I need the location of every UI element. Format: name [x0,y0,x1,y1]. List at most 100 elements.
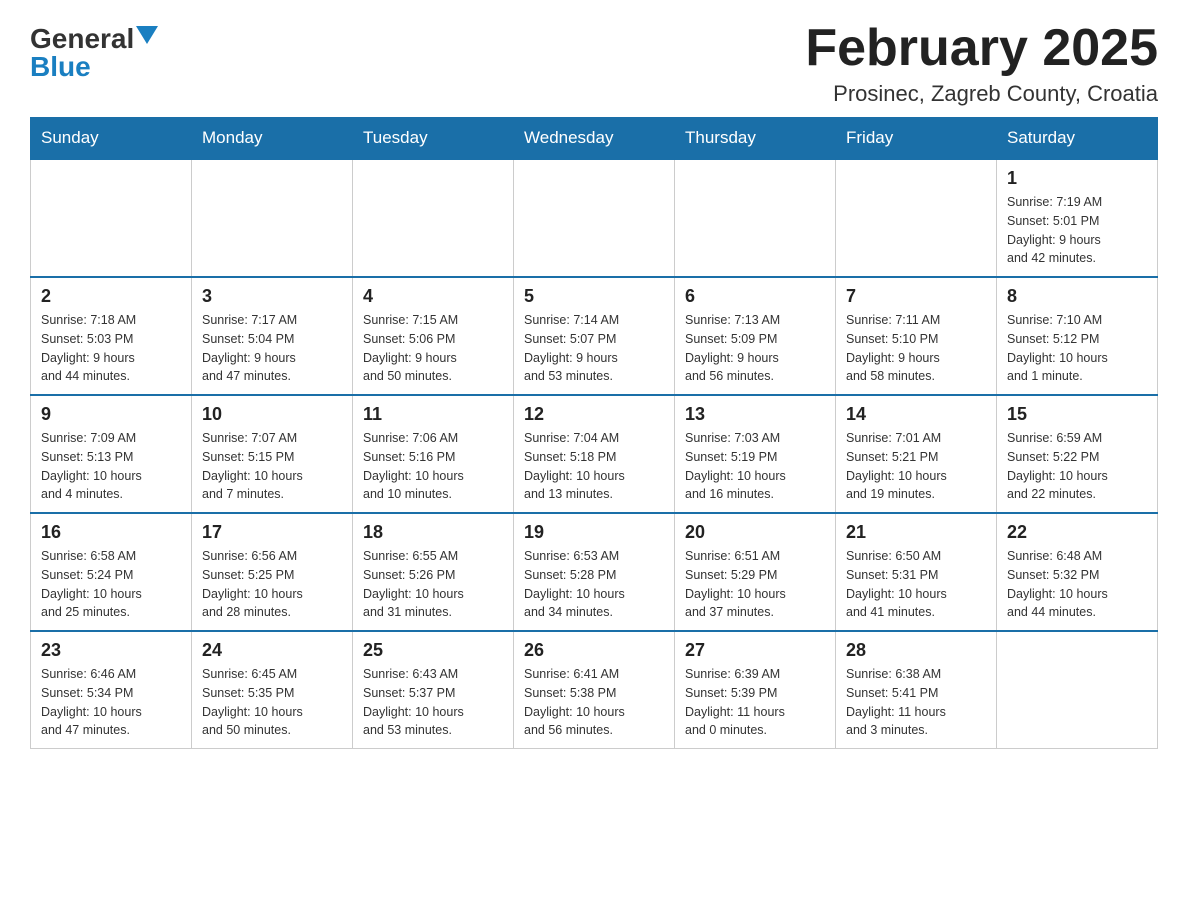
day-info: Sunrise: 7:04 AM Sunset: 5:18 PM Dayligh… [524,429,664,504]
calendar-cell: 12 Sunrise: 7:04 AM Sunset: 5:18 PM Dayli… [514,395,675,513]
day-info: Sunrise: 7:11 AM Sunset: 5:10 PM Dayligh… [846,311,986,386]
day-number: 5 [524,286,664,307]
day-number: 22 [1007,522,1147,543]
calendar-cell: 25 Sunrise: 6:43 AM Sunset: 5:37 PM Dayli… [353,631,514,749]
weekday-header-saturday: Saturday [997,118,1158,160]
calendar-cell [675,159,836,277]
calendar-subtitle: Prosinec, Zagreb County, Croatia [805,81,1158,107]
calendar-cell [192,159,353,277]
header: General Blue February 2025 Prosinec, Zag… [30,20,1158,107]
day-info: Sunrise: 7:06 AM Sunset: 5:16 PM Dayligh… [363,429,503,504]
calendar-cell: 19Sunrise: 6:53 AM Sunset: 5:28 PM Dayli… [514,513,675,631]
day-number: 24 [202,640,342,661]
day-info: Sunrise: 6:41 AM Sunset: 5:38 PM Dayligh… [524,665,664,740]
weekday-header-sunday: Sunday [31,118,192,160]
calendar-cell: 6 Sunrise: 7:13 AM Sunset: 5:09 PM Daylig… [675,277,836,395]
logo: General Blue [30,20,158,81]
calendar-cell: 2 Sunrise: 7:18 AM Sunset: 5:03 PM Daylig… [31,277,192,395]
day-number: 28 [846,640,986,661]
weekday-header-row: SundayMondayTuesdayWednesdayThursdayFrid… [31,118,1158,160]
calendar-cell: 20 Sunrise: 6:51 AM Sunset: 5:29 PM Dayli… [675,513,836,631]
calendar-table: SundayMondayTuesdayWednesdayThursdayFrid… [30,117,1158,749]
day-info: Sunrise: 6:58 AM Sunset: 5:24 PM Dayligh… [41,547,181,622]
day-info: Sunrise: 7:19 AM Sunset: 5:01 PM Dayligh… [1007,193,1147,268]
day-info: Sunrise: 7:10 AM Sunset: 5:12 PM Dayligh… [1007,311,1147,386]
calendar-cell: 8Sunrise: 7:10 AM Sunset: 5:12 PM Daylig… [997,277,1158,395]
calendar-cell: 17Sunrise: 6:56 AM Sunset: 5:25 PM Dayli… [192,513,353,631]
day-info: Sunrise: 7:18 AM Sunset: 5:03 PM Dayligh… [41,311,181,386]
day-number: 26 [524,640,664,661]
day-number: 1 [1007,168,1147,189]
calendar-cell: 9Sunrise: 7:09 AM Sunset: 5:13 PM Daylig… [31,395,192,513]
calendar-cell: 1 Sunrise: 7:19 AM Sunset: 5:01 PM Daylig… [997,159,1158,277]
calendar-title: February 2025 [805,20,1158,77]
day-number: 7 [846,286,986,307]
day-number: 23 [41,640,181,661]
day-number: 15 [1007,404,1147,425]
day-info: Sunrise: 6:48 AM Sunset: 5:32 PM Dayligh… [1007,547,1147,622]
weekday-header-thursday: Thursday [675,118,836,160]
day-info: Sunrise: 6:38 AM Sunset: 5:41 PM Dayligh… [846,665,986,740]
logo-arrow-icon [136,26,158,48]
calendar-cell: 23 Sunrise: 6:46 AM Sunset: 5:34 PM Dayli… [31,631,192,749]
day-number: 4 [363,286,503,307]
calendar-cell: 15 Sunrise: 6:59 AM Sunset: 5:22 PM Dayli… [997,395,1158,513]
day-number: 18 [363,522,503,543]
calendar-cell: 28 Sunrise: 6:38 AM Sunset: 5:41 PM Dayli… [836,631,997,749]
calendar-cell [514,159,675,277]
day-info: Sunrise: 7:14 AM Sunset: 5:07 PM Dayligh… [524,311,664,386]
day-info: Sunrise: 6:45 AM Sunset: 5:35 PM Dayligh… [202,665,342,740]
calendar-week-1: 1 Sunrise: 7:19 AM Sunset: 5:01 PM Daylig… [31,159,1158,277]
weekday-header-monday: Monday [192,118,353,160]
calendar-cell: 11 Sunrise: 7:06 AM Sunset: 5:16 PM Dayli… [353,395,514,513]
day-number: 16 [41,522,181,543]
calendar-week-2: 2 Sunrise: 7:18 AM Sunset: 5:03 PM Daylig… [31,277,1158,395]
calendar-cell: 14 Sunrise: 7:01 AM Sunset: 5:21 PM Dayli… [836,395,997,513]
calendar-cell [31,159,192,277]
day-number: 9 [41,404,181,425]
logo-general: General [30,25,134,53]
calendar-cell: 22 Sunrise: 6:48 AM Sunset: 5:32 PM Dayli… [997,513,1158,631]
day-info: Sunrise: 6:51 AM Sunset: 5:29 PM Dayligh… [685,547,825,622]
day-info: Sunrise: 6:59 AM Sunset: 5:22 PM Dayligh… [1007,429,1147,504]
title-area: February 2025 Prosinec, Zagreb County, C… [805,20,1158,107]
day-info: Sunrise: 6:56 AM Sunset: 5:25 PM Dayligh… [202,547,342,622]
calendar-cell: 10Sunrise: 7:07 AM Sunset: 5:15 PM Dayli… [192,395,353,513]
day-info: Sunrise: 6:55 AM Sunset: 5:26 PM Dayligh… [363,547,503,622]
calendar-cell: 21Sunrise: 6:50 AM Sunset: 5:31 PM Dayli… [836,513,997,631]
day-info: Sunrise: 7:13 AM Sunset: 5:09 PM Dayligh… [685,311,825,386]
day-number: 3 [202,286,342,307]
calendar-cell: 26 Sunrise: 6:41 AM Sunset: 5:38 PM Dayli… [514,631,675,749]
calendar-cell: 24 Sunrise: 6:45 AM Sunset: 5:35 PM Dayli… [192,631,353,749]
day-number: 21 [846,522,986,543]
day-info: Sunrise: 6:46 AM Sunset: 5:34 PM Dayligh… [41,665,181,740]
day-info: Sunrise: 6:43 AM Sunset: 5:37 PM Dayligh… [363,665,503,740]
calendar-cell: 27Sunrise: 6:39 AM Sunset: 5:39 PM Dayli… [675,631,836,749]
logo-blue: Blue [30,53,91,81]
day-number: 13 [685,404,825,425]
day-number: 6 [685,286,825,307]
calendar-cell: 4 Sunrise: 7:15 AM Sunset: 5:06 PM Daylig… [353,277,514,395]
calendar-cell: 16 Sunrise: 6:58 AM Sunset: 5:24 PM Dayli… [31,513,192,631]
day-number: 2 [41,286,181,307]
day-number: 20 [685,522,825,543]
day-info: Sunrise: 7:01 AM Sunset: 5:21 PM Dayligh… [846,429,986,504]
calendar-cell: 13 Sunrise: 7:03 AM Sunset: 5:19 PM Dayli… [675,395,836,513]
calendar-cell [997,631,1158,749]
calendar-cell [353,159,514,277]
weekday-header-friday: Friday [836,118,997,160]
day-number: 19 [524,522,664,543]
day-number: 12 [524,404,664,425]
day-number: 25 [363,640,503,661]
calendar-week-5: 23 Sunrise: 6:46 AM Sunset: 5:34 PM Dayli… [31,631,1158,749]
day-info: Sunrise: 7:03 AM Sunset: 5:19 PM Dayligh… [685,429,825,504]
day-info: Sunrise: 7:07 AM Sunset: 5:15 PM Dayligh… [202,429,342,504]
day-info: Sunrise: 7:17 AM Sunset: 5:04 PM Dayligh… [202,311,342,386]
day-info: Sunrise: 7:15 AM Sunset: 5:06 PM Dayligh… [363,311,503,386]
day-number: 11 [363,404,503,425]
weekday-header-wednesday: Wednesday [514,118,675,160]
calendar-cell [836,159,997,277]
calendar-cell: 5 Sunrise: 7:14 AM Sunset: 5:07 PM Daylig… [514,277,675,395]
day-number: 14 [846,404,986,425]
calendar-cell: 18 Sunrise: 6:55 AM Sunset: 5:26 PM Dayli… [353,513,514,631]
